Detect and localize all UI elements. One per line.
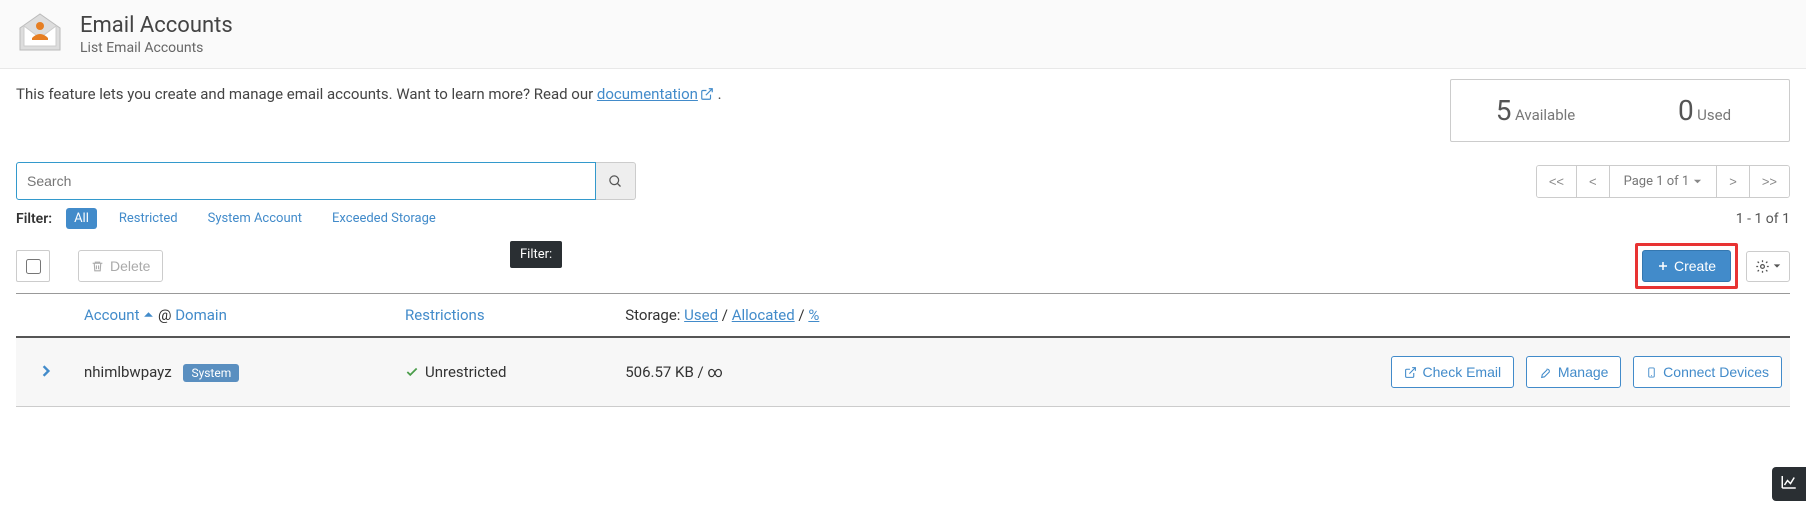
email-accounts-icon	[16, 10, 64, 58]
filter-all[interactable]: All	[66, 208, 97, 229]
sort-pct[interactable]: %	[808, 306, 819, 324]
external-link-icon	[700, 87, 714, 105]
plus-icon	[1657, 260, 1669, 272]
create-button[interactable]: Create	[1642, 250, 1731, 282]
page-subtitle: List Email Accounts	[80, 40, 233, 56]
filter-exceeded[interactable]: Exceeded Storage	[324, 208, 444, 229]
external-link-icon	[1404, 366, 1417, 379]
connect-devices-button[interactable]: Connect Devices	[1633, 356, 1782, 388]
search-button[interactable]	[596, 162, 636, 200]
system-badge: System	[183, 364, 239, 382]
device-icon	[1646, 366, 1657, 379]
sort-allocated[interactable]: Allocated	[732, 306, 795, 324]
check-email-button[interactable]: Check Email	[1391, 356, 1515, 388]
stats-box: 5 Available 0 Used	[1450, 79, 1790, 142]
accounts-table: Account @ Domain Restrictions Storage: U…	[16, 293, 1790, 407]
filter-system[interactable]: System Account	[200, 208, 310, 229]
create-highlight: Create	[1635, 243, 1738, 289]
manage-button[interactable]: Manage	[1526, 356, 1622, 388]
select-all-checkbox[interactable]	[26, 259, 41, 274]
check-icon	[405, 365, 419, 379]
account-name: nhimlbwpayz	[84, 363, 172, 381]
filter-tooltip: Filter:	[510, 241, 562, 268]
used-label: Used	[1697, 106, 1731, 124]
col-storage: Storage: Used / Allocated / %	[617, 294, 1011, 338]
pager-first[interactable]: <<	[1537, 166, 1577, 197]
filter-restricted[interactable]: Restricted	[111, 208, 186, 229]
sort-asc-icon	[143, 309, 154, 320]
expand-row[interactable]	[40, 363, 52, 381]
caret-down-icon	[1693, 177, 1702, 186]
search-icon	[608, 174, 623, 189]
chart-icon	[1780, 473, 1798, 491]
used-count: 0	[1678, 94, 1694, 127]
page-header: Email Accounts List Email Accounts	[0, 0, 1806, 69]
caret-down-icon	[1773, 262, 1781, 270]
intro-text: This feature lets you create and manage …	[16, 85, 722, 105]
storage-cell: 506.57 KB / ∞	[617, 337, 1011, 407]
stats-tab[interactable]	[1772, 467, 1806, 501]
chevron-right-icon	[40, 365, 52, 377]
trash-icon	[91, 260, 104, 273]
sort-used[interactable]: Used	[684, 306, 718, 324]
page-title: Email Accounts	[80, 13, 233, 38]
table-row: nhimlbwpayz System Unrestricted 506.57 K…	[16, 337, 1790, 407]
search-input[interactable]	[16, 162, 596, 200]
restriction-cell: Unrestricted	[397, 337, 617, 407]
delete-button[interactable]: Delete	[78, 250, 163, 282]
settings-button[interactable]	[1746, 251, 1790, 282]
col-restrictions[interactable]: Restrictions	[397, 294, 617, 338]
select-all-wrap[interactable]	[16, 250, 50, 282]
result-count: 1 - 1 of 1	[1736, 211, 1790, 227]
pager: << < Page 1 of 1 > >>	[1536, 165, 1790, 198]
col-account[interactable]: Account @ Domain	[76, 294, 397, 338]
gear-icon	[1755, 259, 1770, 274]
pager-last[interactable]: >>	[1750, 166, 1789, 197]
available-count: 5	[1496, 94, 1512, 127]
available-label: Available	[1515, 106, 1575, 124]
pager-prev[interactable]: <	[1577, 166, 1610, 197]
pager-next[interactable]: >	[1717, 166, 1750, 197]
wrench-icon	[1539, 366, 1552, 379]
filter-label: Filter:	[16, 211, 52, 227]
documentation-link[interactable]: documentation	[597, 85, 714, 103]
pager-page-select[interactable]: Page 1 of 1	[1610, 166, 1718, 197]
